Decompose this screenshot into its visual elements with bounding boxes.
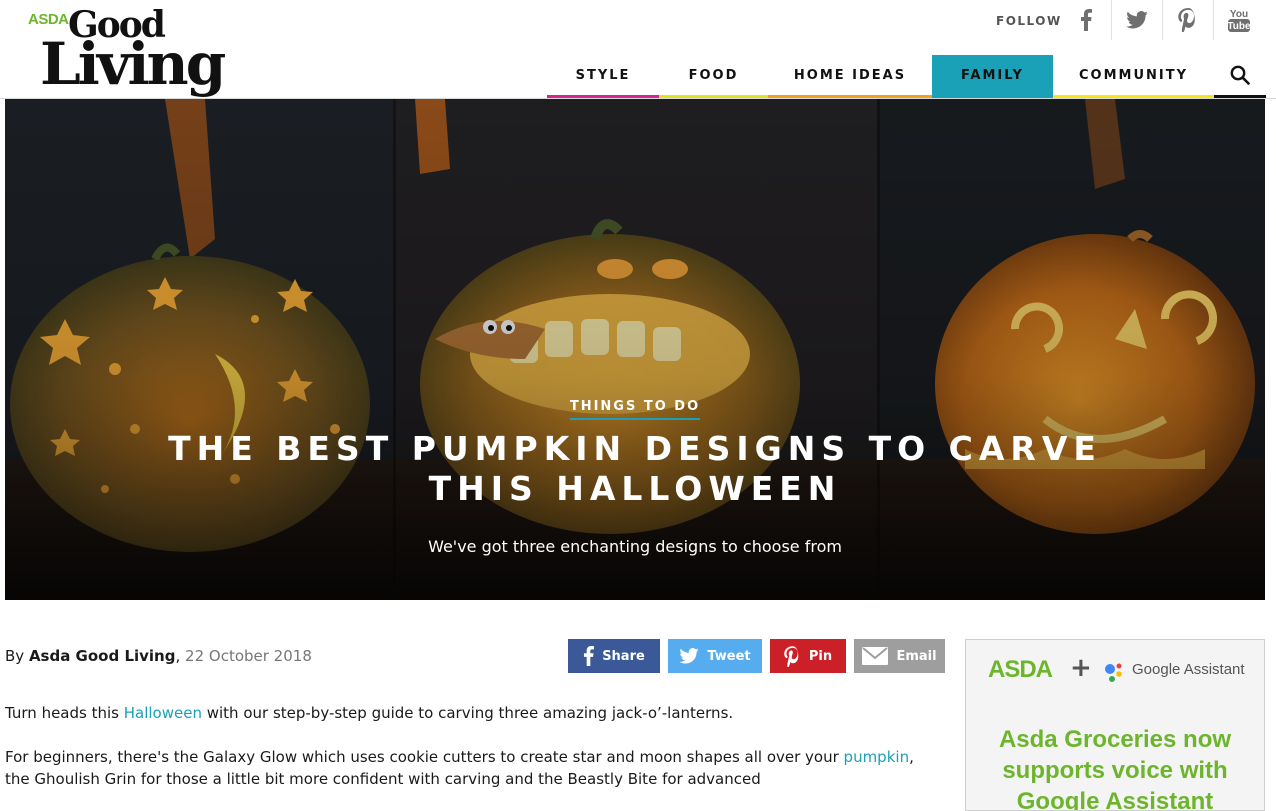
nav-item-home-ideas[interactable]: HOME IDEAS <box>768 55 932 99</box>
ad-assistant-text: Google Assistant <box>1132 661 1245 678</box>
ad-headline: Asda Groceries now supports voice with G… <box>998 726 1232 811</box>
facebook-icon[interactable] <box>1061 0 1111 40</box>
share-label: Share <box>602 648 645 664</box>
byline-prefix: By <box>5 647 29 665</box>
text-span: For beginners, there's the Galaxy Glow w… <box>5 748 844 766</box>
logo-living-text: Living <box>40 30 226 98</box>
facebook-icon <box>584 646 595 666</box>
byline-separator: , <box>175 647 186 665</box>
main-nav: STYLE FOOD HOME IDEAS FAMILY COMMUNITY <box>547 55 1266 99</box>
text-span: Turn heads this <box>5 704 124 722</box>
page-subtitle: We've got three enchanting designs to ch… <box>428 537 842 556</box>
nav-item-label: STYLE <box>575 67 631 83</box>
search-icon <box>1230 65 1250 85</box>
ad-plus: + <box>1070 653 1092 683</box>
publish-date: 22 October 2018 <box>185 647 312 665</box>
twitter-share-button[interactable]: Tweet <box>668 639 762 673</box>
halloween-link[interactable]: Halloween <box>124 704 202 722</box>
nav-item-label: COMMUNITY <box>1078 67 1189 83</box>
hero-category-label: THINGS TO DO <box>569 399 701 420</box>
email-icon <box>862 647 889 665</box>
pinterest-icon <box>784 645 799 667</box>
article-paragraph: For beginners, there's the Galaxy Glow w… <box>5 746 935 790</box>
nav-item-label: FAMILY <box>961 67 1024 83</box>
follow-label: FOLLOW <box>996 14 1062 28</box>
byline: By Asda Good Living, 22 October 2018 <box>5 647 312 665</box>
article-paragraph: Turn heads this Halloween with our step-… <box>5 702 935 724</box>
hero-category[interactable]: THINGS TO DO <box>5 395 1265 420</box>
logo-asda-text: ASDA <box>28 11 69 28</box>
pinterest-share-button[interactable]: Pin <box>770 639 846 673</box>
hero-banner: THINGS TO DO THE BEST PUMPKIN DESIGNS TO… <box>5 99 1265 600</box>
youtube-icon[interactable]: You Tube <box>1214 0 1264 40</box>
hero-image <box>5 99 1265 600</box>
nav-item-food[interactable]: FOOD <box>659 55 768 99</box>
svg-text:You: You <box>1230 9 1248 20</box>
ad-asda-logo: ASDA <box>988 656 1053 683</box>
site-logo[interactable]: ASDA Good Living <box>28 4 243 98</box>
twitter-icon <box>679 648 699 664</box>
nav-item-label: FOOD <box>688 67 739 83</box>
pumpkin-link[interactable]: pumpkin <box>844 748 910 766</box>
page-title: THE BEST PUMPKIN DESIGNS TO CARVE THIS H… <box>168 429 1102 508</box>
email-share-button[interactable]: Email <box>854 639 945 673</box>
facebook-share-button[interactable]: Share <box>568 639 660 673</box>
advert-banner[interactable]: ASDA + Google Assistant Asda Groceries n… <box>965 639 1265 811</box>
nav-item-label: HOME IDEAS <box>793 67 907 83</box>
share-label: Tweet <box>707 648 751 664</box>
search-button[interactable] <box>1214 55 1266 99</box>
twitter-icon[interactable] <box>1112 0 1162 40</box>
nav-item-family[interactable]: FAMILY <box>932 55 1053 99</box>
svg-text:Tube: Tube <box>1228 21 1250 32</box>
share-label: Email <box>896 648 937 664</box>
author-link[interactable]: Asda Good Living <box>29 647 176 665</box>
text-span: with our step-by-step guide to carving t… <box>201 704 734 722</box>
nav-item-community[interactable]: COMMUNITY <box>1053 55 1214 99</box>
pinterest-icon[interactable] <box>1163 0 1213 40</box>
nav-item-style[interactable]: STYLE <box>547 55 659 99</box>
share-label: Pin <box>808 648 833 664</box>
google-assistant-icon <box>1105 663 1122 682</box>
